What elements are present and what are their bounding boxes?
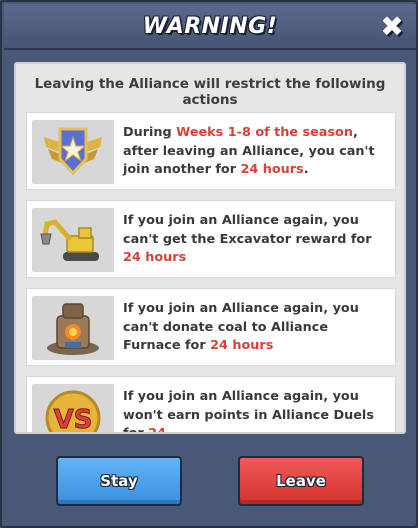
list-item: If you join an Alliance again, you can't…	[26, 288, 396, 366]
list-item: If you join an Alliance again, you can't…	[26, 200, 396, 278]
restrictions-list: During Weeks 1-8 of the season, after le…	[26, 112, 396, 434]
restrictions-header: Leaving the Alliance will restrict the f…	[34, 76, 386, 108]
restriction-text: If you join an Alliance again, you can't…	[123, 213, 372, 266]
close-icon[interactable]: ✖	[378, 13, 406, 41]
restriction-text: If you join an Alliance again, you won't…	[123, 389, 374, 434]
medal-badge-icon	[32, 120, 114, 184]
furnace-icon	[32, 296, 114, 360]
leave-button[interactable]: Leave	[238, 456, 364, 506]
restrictions-panel[interactable]: Leaving the Alliance will restrict the f…	[14, 62, 406, 434]
dialog-title: WARNING!	[142, 13, 278, 39]
list-item: During Weeks 1-8 of the season, after le…	[26, 112, 396, 190]
svg-text:VS: VS	[54, 405, 93, 434]
warning-dialog: WARNING! ✖ Leaving the Alliance will res…	[0, 0, 418, 528]
list-item: VS If you join an Alliance again, you wo…	[26, 376, 396, 434]
restriction-text: If you join an Alliance again, you can't…	[123, 301, 359, 354]
dialog-titlebar: WARNING! ✖	[4, 4, 416, 50]
stay-button[interactable]: Stay	[56, 456, 182, 506]
excavator-icon	[32, 208, 114, 272]
versus-icon: VS	[32, 384, 114, 434]
restriction-text: During Weeks 1-8 of the season, after le…	[123, 125, 375, 178]
